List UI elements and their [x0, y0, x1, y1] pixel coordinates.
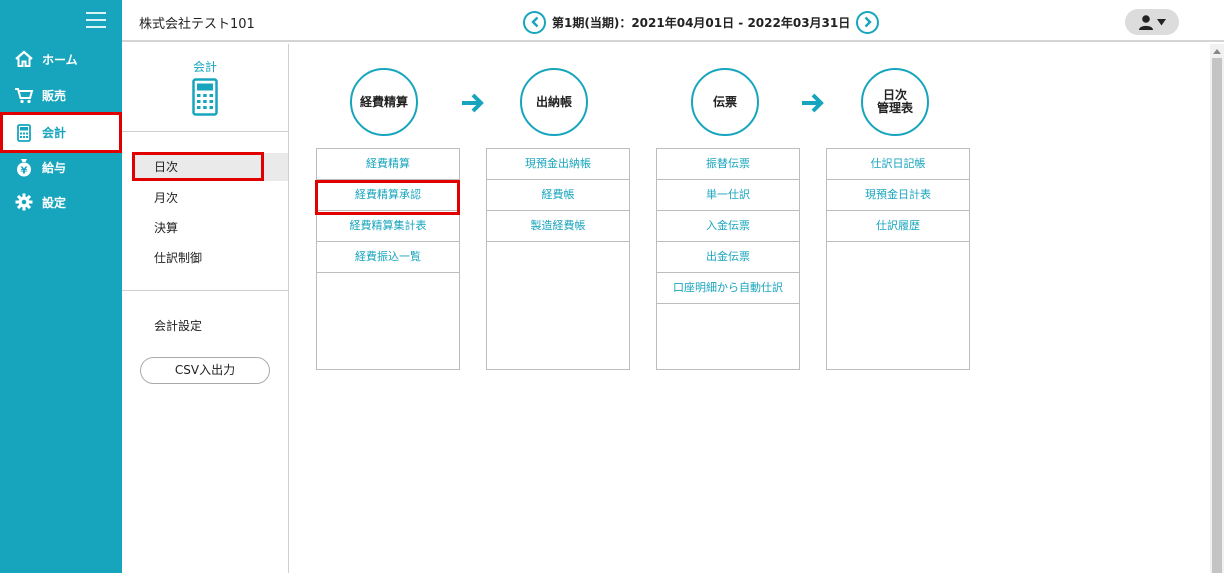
calculator-icon [13, 123, 35, 143]
sidebar-item-label: 設定 [42, 195, 67, 210]
step-cash-book: 出納帳 [520, 68, 588, 136]
vertical-scrollbar[interactable] [1210, 44, 1224, 573]
caret-down-icon [1157, 18, 1166, 25]
link-manufacturing-expense-book[interactable]: 製造経費帳 [487, 211, 629, 242]
sidebar-item-settings[interactable]: 設定 [0, 185, 122, 219]
period-label: 第1期(当期)：2021年04月01日 - 2022年03月31日 [552, 15, 851, 30]
link-expense-settlement[interactable]: 経費精算 [317, 149, 459, 180]
column-cash-book: 現預金出納帳 経費帳 製造経費帳 [486, 148, 630, 370]
link-cash-daily-report[interactable]: 現預金日計表 [827, 180, 969, 211]
user-icon [1139, 15, 1153, 30]
chevron-left-icon [530, 16, 538, 28]
link-expense-transfer-list[interactable]: 経費振込一覧 [317, 242, 459, 273]
submenu-item-accounting-settings[interactable]: 会計設定 [132, 312, 288, 340]
link-journal-diary[interactable]: 仕訳日記帳 [827, 149, 969, 180]
arrow-right-icon [802, 93, 824, 113]
link-payment-voucher[interactable]: 出金伝票 [657, 242, 799, 273]
hamburger-menu-icon[interactable] [86, 12, 106, 28]
link-cash-deposit-book[interactable]: 現預金出納帳 [487, 149, 629, 180]
link-single-journal[interactable]: 単一仕訳 [657, 180, 799, 211]
sidebar-item-label: 給与 [42, 160, 67, 175]
submenu: 会計 日次 月次 決算 仕訳制御 会計設定 CSV入出力 [122, 44, 289, 573]
step-expense-settlement: 経費精算 [350, 68, 418, 136]
sidebar-item-sales[interactable]: 販売 [0, 78, 122, 112]
step-label-line2: 管理表 [876, 101, 913, 115]
link-receipt-voucher[interactable]: 入金伝票 [657, 211, 799, 242]
link-expense-summary[interactable]: 経費精算集計表 [317, 211, 459, 242]
home-icon [13, 49, 35, 69]
link-journal-history[interactable]: 仕訳履歴 [827, 211, 969, 242]
submenu-item-journal-control[interactable]: 仕訳制御 [132, 244, 288, 272]
column-daily-management: 仕訳日記帳 現預金日計表 仕訳履歴 [826, 148, 970, 370]
step-daily-management: 日次 管理表 [861, 68, 929, 136]
link-transfer-voucher[interactable]: 振替伝票 [657, 149, 799, 180]
submenu-item-closing[interactable]: 決算 [132, 214, 288, 242]
step-label: 日次 管理表 [877, 89, 913, 115]
divider [122, 290, 288, 291]
prev-period-button[interactable] [523, 10, 546, 34]
step-label: 経費精算 [359, 94, 408, 109]
sidebar-item-home[interactable]: ホーム [0, 42, 122, 76]
company-name: 株式会社テスト101 [139, 17, 255, 32]
next-period-button[interactable] [856, 10, 880, 34]
calculator-icon [192, 78, 218, 119]
sidebar: ホーム 販売 会計 ¥ 給与 設定 [0, 0, 122, 573]
user-menu-button[interactable] [1125, 9, 1179, 35]
sidebar-item-label: 販売 [42, 88, 67, 103]
sidebar-item-accounting[interactable]: 会計 [0, 112, 122, 153]
link-expense-approval[interactable]: 経費精算承認 [317, 180, 459, 211]
step-voucher: 伝票 [691, 68, 759, 136]
chevron-right-icon [864, 16, 872, 28]
cart-icon [13, 85, 35, 105]
csv-import-export-button[interactable]: CSV入出力 [140, 357, 270, 384]
scroll-up-icon[interactable] [1210, 44, 1224, 58]
step-label: 伝票 [712, 94, 737, 109]
gear-icon [13, 192, 35, 212]
period-selector: 第1期(当期)：2021年04月01日 - 2022年03月31日 [523, 10, 880, 34]
divider [122, 131, 288, 132]
header: 株式会社テスト101 第1期(当期)：2021年04月01日 - 2022年03… [122, 0, 1224, 42]
sidebar-item-payroll[interactable]: ¥ 給与 [0, 150, 122, 184]
sidebar-item-label: ホーム [42, 52, 78, 67]
scrollbar-thumb[interactable] [1212, 58, 1222, 573]
step-label: 出納帳 [535, 94, 572, 109]
column-voucher: 振替伝票 単一仕訳 入金伝票 出金伝票 口座明細から自動仕訳 [656, 148, 800, 370]
svg-text:¥: ¥ [21, 166, 28, 177]
main-content: 経費精算 出納帳 伝票 日次 管理表 経費精算 経費精算承認 経費精算集計表 経費… [290, 44, 1210, 573]
sidebar-item-label: 会計 [42, 126, 67, 140]
link-expense-book[interactable]: 経費帳 [487, 180, 629, 211]
link-auto-journal-from-bank[interactable]: 口座明細から自動仕訳 [657, 273, 799, 304]
submenu-item-daily[interactable]: 日次 [132, 153, 288, 181]
money-bag-icon: ¥ [13, 157, 35, 177]
submenu-item-monthly[interactable]: 月次 [132, 184, 288, 212]
column-expense-settlement: 経費精算 経費精算承認 経費精算集計表 経費振込一覧 [316, 148, 460, 370]
submenu-title: 会計 [192, 60, 217, 74]
step-label-line1: 日次 [882, 88, 907, 102]
arrow-right-icon [462, 93, 484, 113]
